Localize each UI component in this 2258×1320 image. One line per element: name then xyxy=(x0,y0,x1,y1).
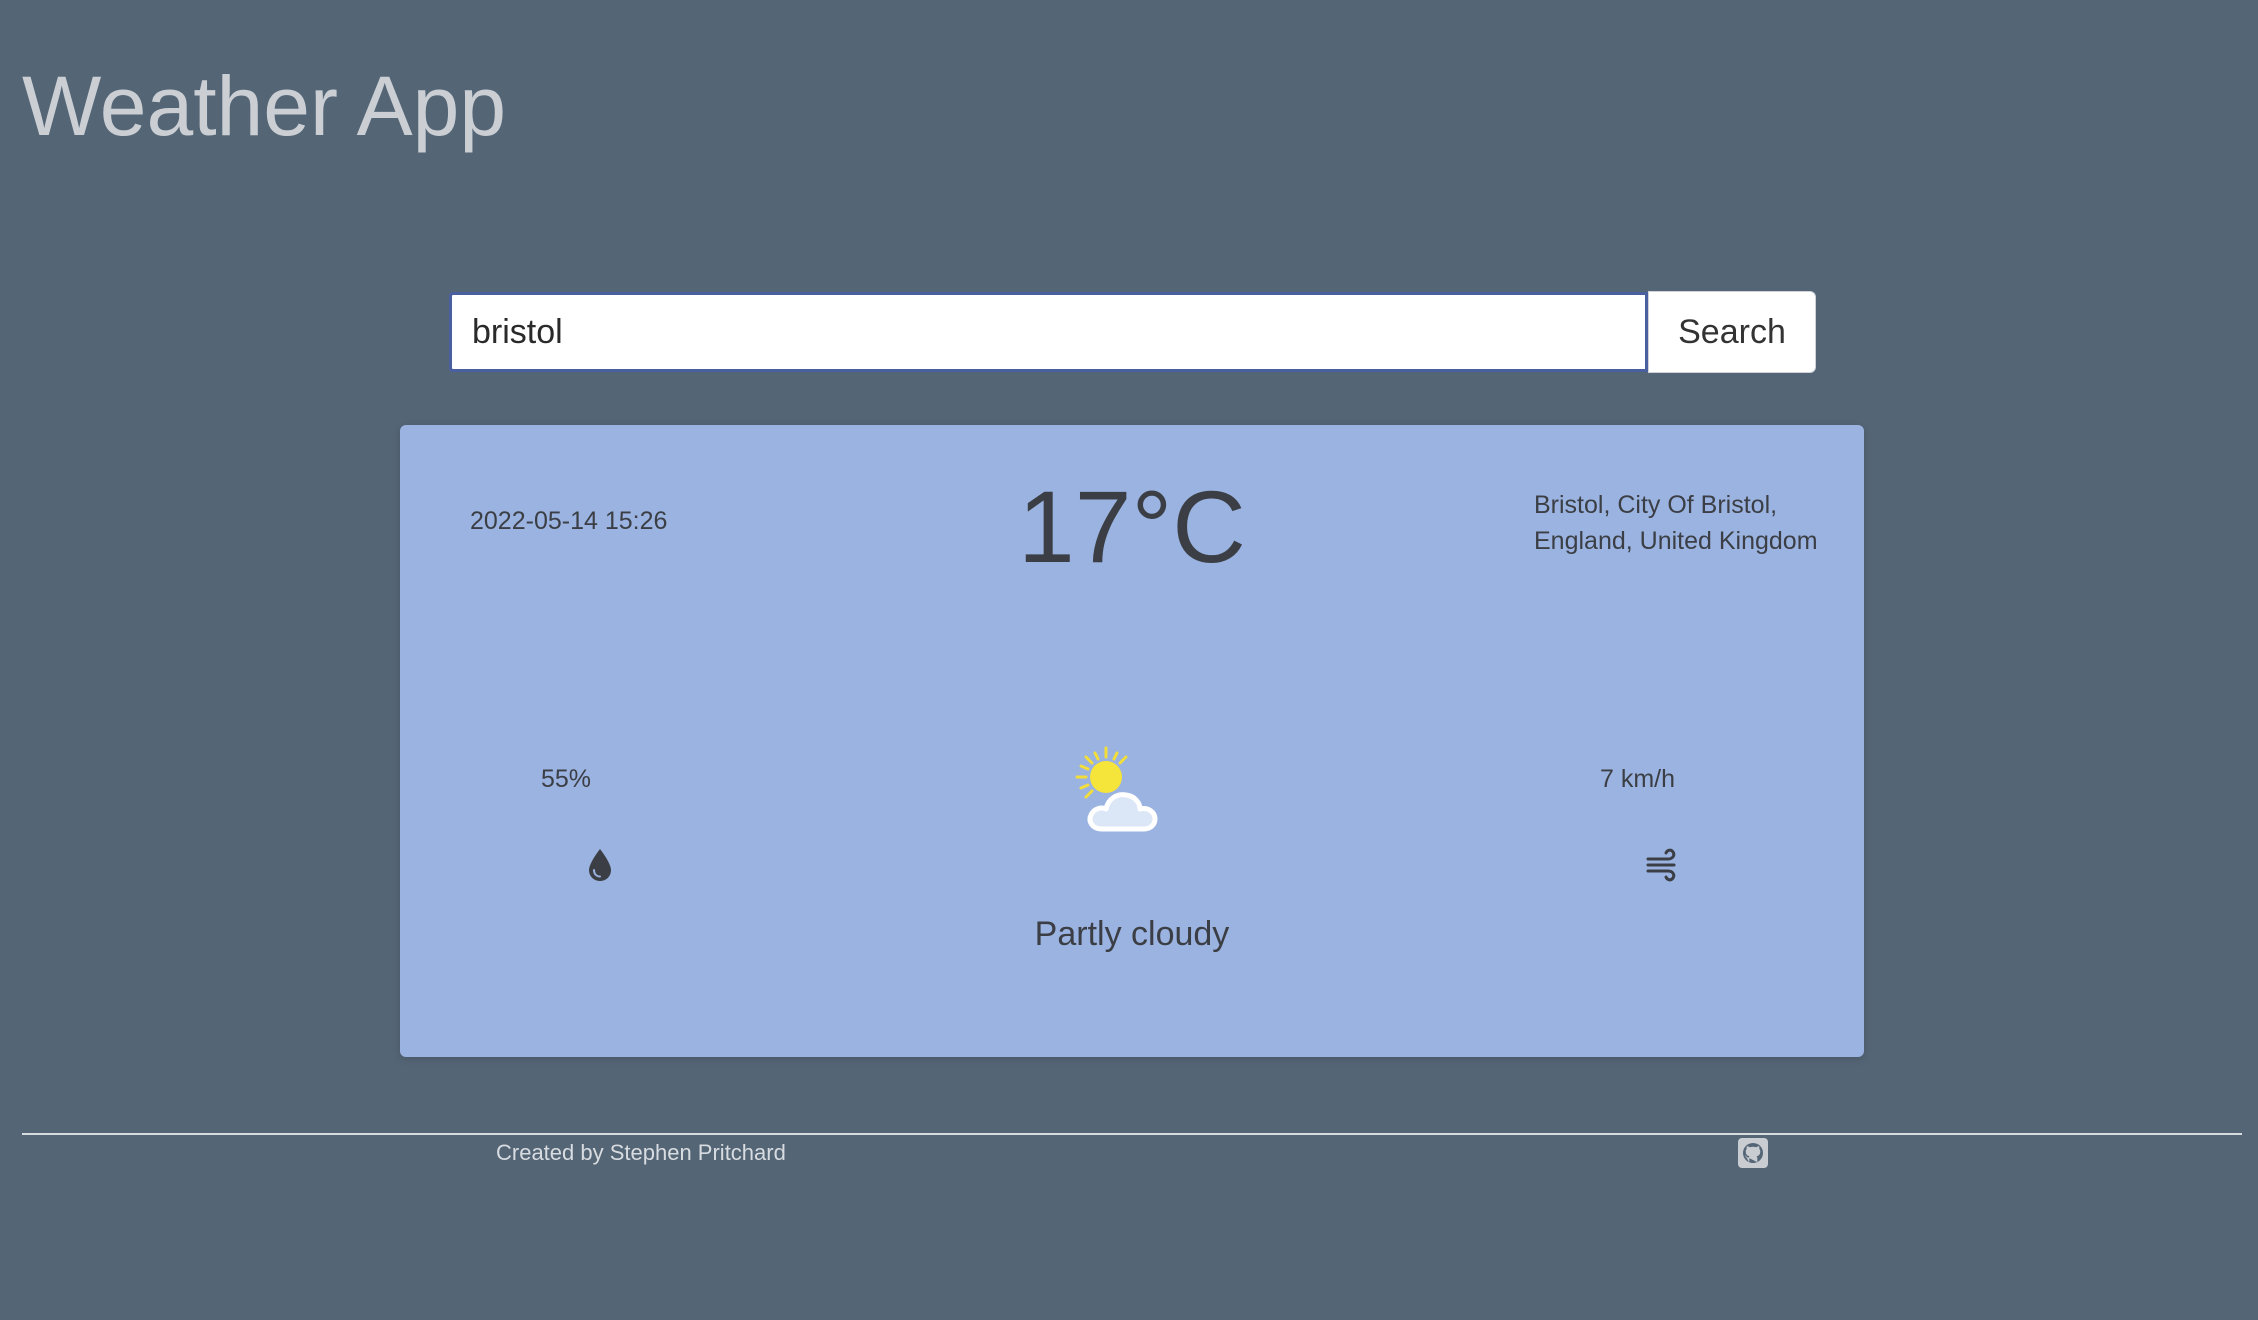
app-title: Weather App xyxy=(22,59,507,153)
location: Bristol, City Of Bristol, England, Unite… xyxy=(1534,487,1834,559)
footer-credit: Created by Stephen Pritchard xyxy=(496,1140,786,1165)
search-button[interactable]: Search xyxy=(1648,291,1816,373)
wind-value: 7 km/h xyxy=(1600,765,1676,793)
search-bar: Search xyxy=(449,291,1816,373)
weather-card: 2022-05-14 15:26 17°C Bristol, City Of B… xyxy=(400,425,1864,1057)
water-drop-icon xyxy=(589,849,611,881)
partly-cloudy-icon xyxy=(1075,746,1158,832)
location-line-2: England, United Kingdom xyxy=(1534,527,1818,555)
footer-divider xyxy=(22,1133,2242,1135)
humidity-value: 55% xyxy=(541,765,592,793)
github-link[interactable] xyxy=(1738,1138,1768,1168)
wind-icon xyxy=(1646,848,1676,882)
weather-condition: Partly cloudy xyxy=(1034,915,1230,953)
location-line-1: Bristol, City Of Bristol, xyxy=(1534,491,1778,519)
github-icon xyxy=(1738,1138,1768,1168)
search-input[interactable] xyxy=(449,292,1648,372)
